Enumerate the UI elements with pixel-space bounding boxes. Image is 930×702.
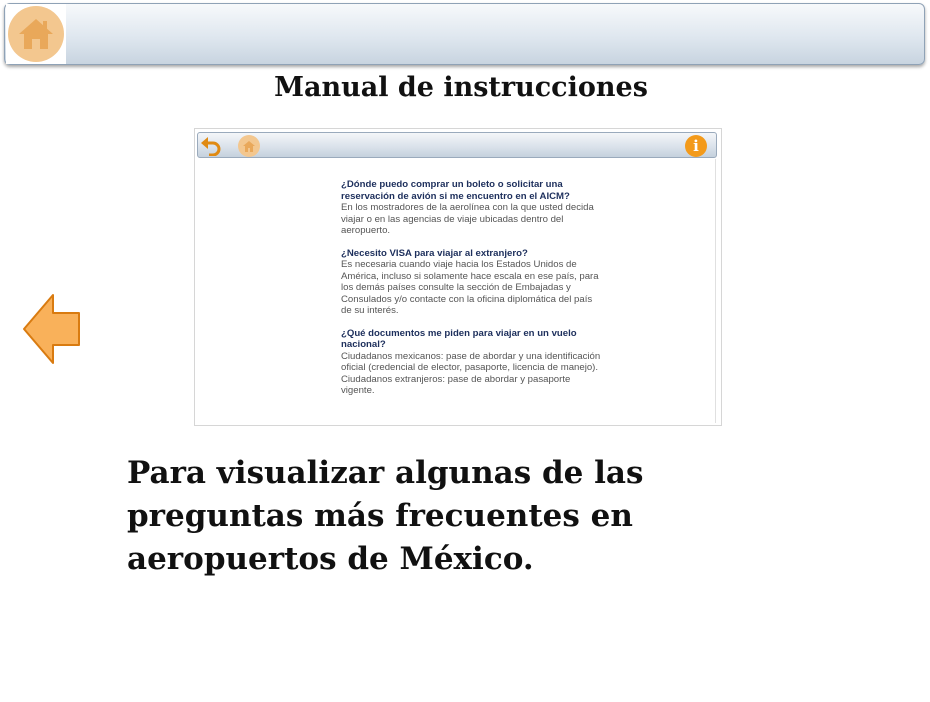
left-arrow-icon xyxy=(23,294,80,364)
faq-question: ¿Qué documentos me piden para viajar en … xyxy=(341,327,577,351)
description-text: Para visualizar algunas de las preguntas… xyxy=(127,455,644,577)
faq-list: ¿Dónde puedo comprar un boleto o solicit… xyxy=(341,179,601,408)
home-icon xyxy=(238,135,260,157)
divider xyxy=(715,159,716,423)
faq-question: ¿Dónde puedo comprar un boleto o solicit… xyxy=(341,179,570,202)
faq-answer: En los mostradores de la aerolínea con l… xyxy=(341,202,594,236)
undo-arrow-icon xyxy=(200,136,222,157)
faq-question: ¿Necesito VISA para viajar al extranjero… xyxy=(341,247,528,259)
page: Manual de instrucciones i ¿Dónde puedo c… xyxy=(0,0,930,702)
faq-answer: Es necesaria cuando viaje hacia los Esta… xyxy=(341,259,599,316)
faq-item: ¿Dónde puedo comprar un boleto o solicit… xyxy=(341,179,601,237)
app-screenshot: i ¿Dónde puedo comprar un boleto o solic… xyxy=(194,128,722,426)
screenshot-toolbar: i xyxy=(197,132,717,158)
home-icon xyxy=(8,6,64,62)
faq-answer: Ciudadanos mexicanos: pase de abordar y … xyxy=(341,350,601,397)
page-title: Manual de instrucciones xyxy=(274,72,648,103)
top-bar xyxy=(4,3,925,65)
info-icon: i xyxy=(685,135,707,157)
faq-item: ¿Necesito VISA para viajar al extranjero… xyxy=(341,248,601,317)
home-button[interactable] xyxy=(6,4,66,64)
faq-item: ¿Qué documentos me piden para viajar en … xyxy=(341,328,601,397)
previous-button[interactable] xyxy=(22,292,82,366)
